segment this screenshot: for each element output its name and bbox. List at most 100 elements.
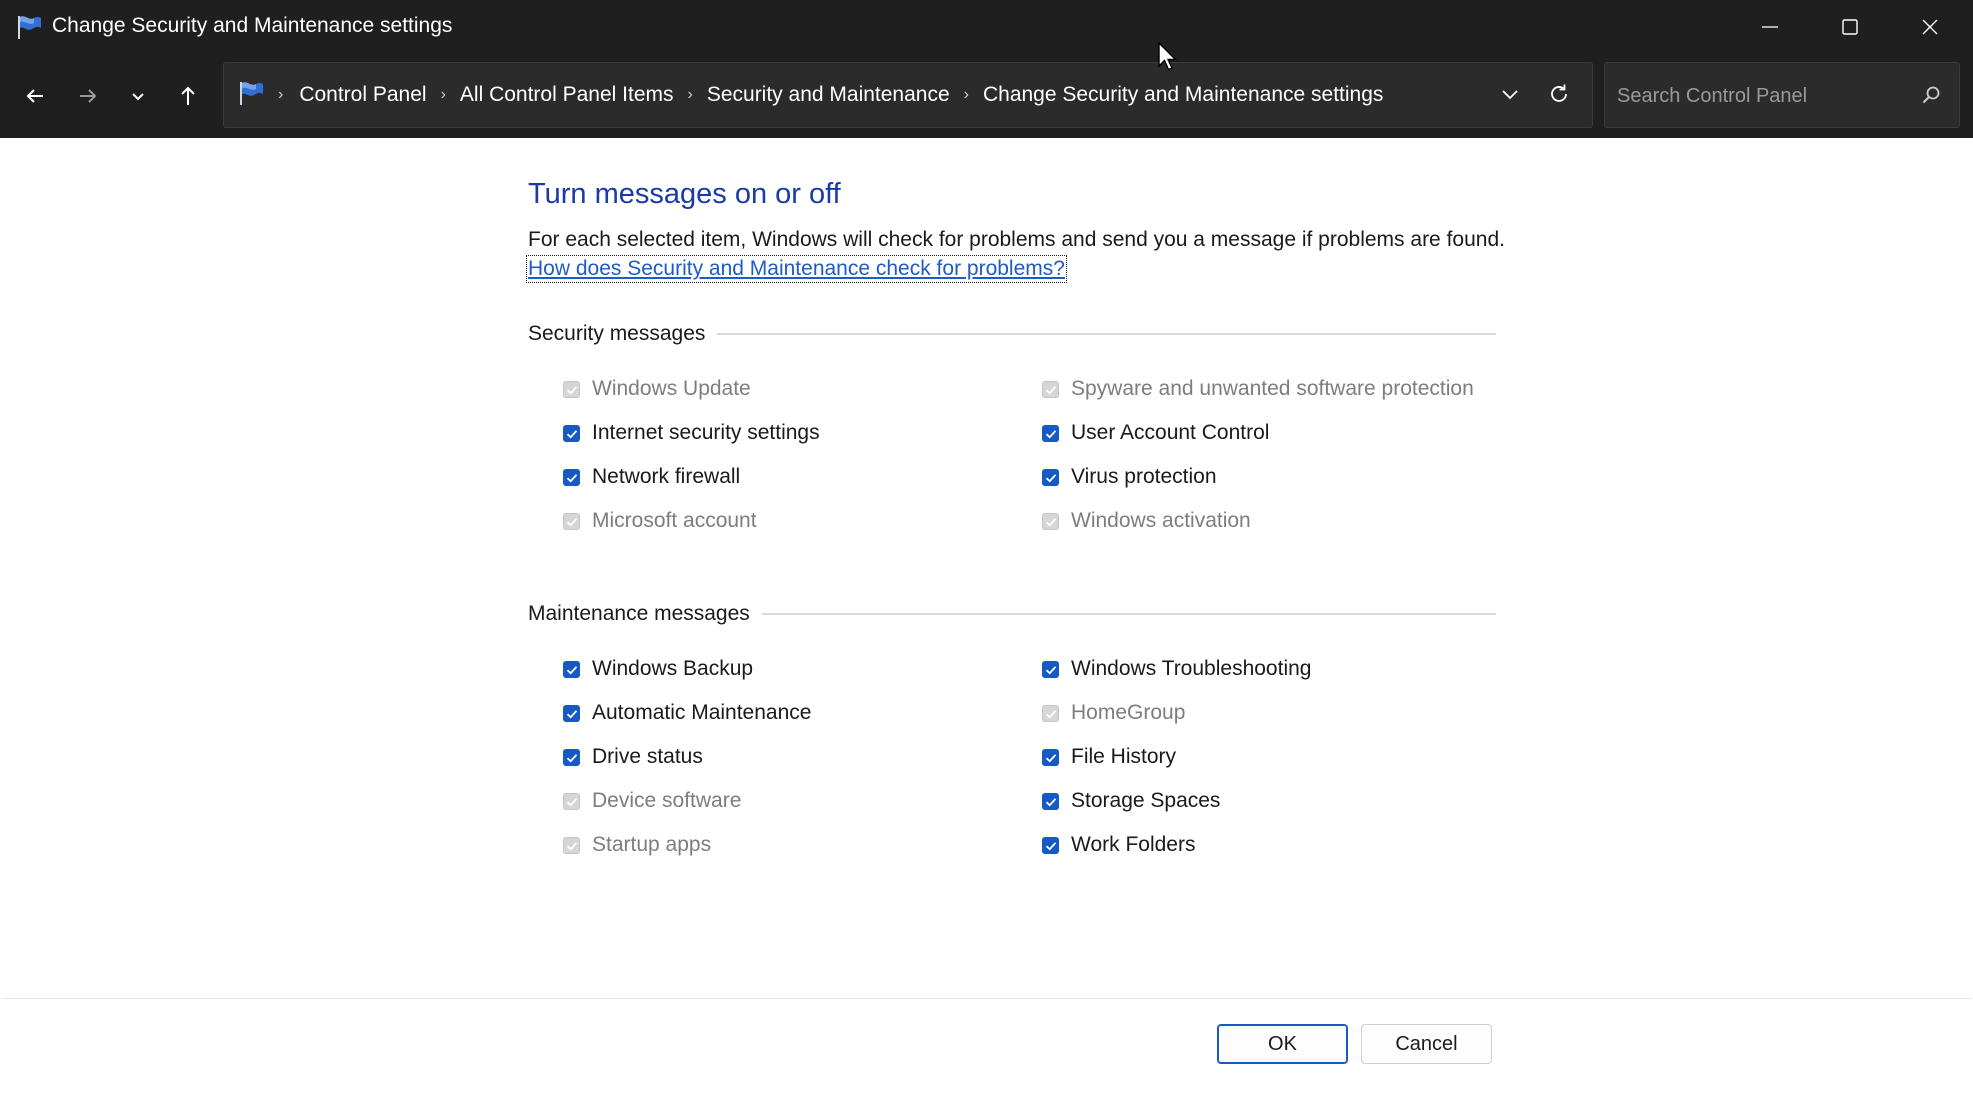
security-flag-icon bbox=[18, 16, 41, 39]
checkbox-device-software[interactable]: Device software bbox=[563, 786, 741, 816]
checkbox-network-firewall[interactable]: Network firewall bbox=[563, 462, 740, 492]
checkbox-windows-backup[interactable]: Windows Backup bbox=[563, 654, 753, 684]
checkbox-startup-apps[interactable]: Startup apps bbox=[563, 830, 711, 860]
breadcrumb-separator-icon[interactable]: › bbox=[688, 86, 693, 104]
checkbox-spyware-protection[interactable]: Spyware and unwanted software protection bbox=[1042, 374, 1474, 404]
mouse-cursor-icon bbox=[1158, 42, 1178, 71]
arrow-right-icon bbox=[80, 89, 97, 103]
checkbox-check-icon[interactable] bbox=[563, 748, 580, 766]
content-pane: Turn messages on or off For each selecte… bbox=[2, 138, 1971, 1110]
checkbox-work-folders[interactable]: Work Folders bbox=[1042, 830, 1195, 860]
checkbox-check-icon[interactable] bbox=[563, 792, 580, 810]
checkbox-drive-status[interactable]: Drive status bbox=[563, 742, 703, 772]
window-title: Change Security and Maintenance settings bbox=[52, 14, 453, 37]
checkbox-check-icon[interactable] bbox=[1042, 792, 1059, 810]
minimize-icon bbox=[1762, 26, 1778, 28]
breadcrumb-separator-icon[interactable]: › bbox=[441, 86, 446, 104]
checkbox-label: Startup apps bbox=[592, 833, 712, 856]
checkbox-windows-activation[interactable]: Windows activation bbox=[1042, 506, 1251, 536]
close-button[interactable] bbox=[1890, 0, 1970, 54]
checkbox-check-icon[interactable] bbox=[563, 380, 580, 398]
search-input[interactable] bbox=[1615, 63, 1909, 129]
minimize-button[interactable] bbox=[1730, 0, 1810, 54]
checkbox-label: Windows Backup bbox=[592, 657, 754, 680]
checkbox-check-icon[interactable] bbox=[563, 660, 580, 678]
checkbox-storage-spaces[interactable]: Storage Spaces bbox=[1042, 786, 1220, 816]
chevron-down-icon bbox=[1502, 90, 1518, 100]
settings-window: Change Security and Maintenance settings bbox=[0, 0, 1973, 1112]
help-link[interactable]: How does Security and Maintenance check … bbox=[526, 255, 1067, 283]
checkbox-label: HomeGroup bbox=[1071, 701, 1186, 724]
footer-divider bbox=[2, 998, 1971, 999]
checkbox-label: Automatic Maintenance bbox=[592, 701, 812, 724]
checkbox-check-icon[interactable] bbox=[563, 704, 580, 722]
address-bar[interactable]: › Control Panel › All Control Panel Item… bbox=[223, 62, 1593, 128]
checkbox-check-icon[interactable] bbox=[563, 512, 580, 530]
checkbox-check-icon[interactable] bbox=[1042, 512, 1059, 530]
navigation-bar: › Control Panel › All Control Panel Item… bbox=[0, 54, 1973, 138]
checkbox-check-icon[interactable] bbox=[1042, 748, 1059, 766]
checkbox-check-icon[interactable] bbox=[1042, 836, 1059, 854]
checkbox-windows-update[interactable]: Windows Update bbox=[563, 374, 751, 404]
checkbox-check-icon[interactable] bbox=[563, 468, 580, 486]
checkbox-check-icon[interactable] bbox=[1042, 704, 1059, 722]
breadcrumb-all-items[interactable]: All Control Panel Items bbox=[460, 83, 674, 107]
checkbox-label: Windows Update bbox=[592, 377, 751, 400]
back-button[interactable] bbox=[15, 76, 55, 116]
checkbox-windows-troubleshooting[interactable]: Windows Troubleshooting bbox=[1042, 654, 1311, 684]
checkbox-automatic-maintenance[interactable]: Automatic Maintenance bbox=[563, 698, 811, 728]
close-icon bbox=[1922, 19, 1938, 35]
checkbox-label: Windows activation bbox=[1071, 509, 1251, 532]
checkbox-check-icon[interactable] bbox=[1042, 424, 1059, 442]
arrow-left-icon bbox=[26, 89, 43, 103]
search-icon[interactable] bbox=[1921, 85, 1941, 105]
cancel-button[interactable]: Cancel bbox=[1361, 1024, 1492, 1064]
refresh-button[interactable] bbox=[1539, 74, 1579, 114]
checkbox-label: Storage Spaces bbox=[1071, 789, 1221, 812]
up-button[interactable] bbox=[168, 76, 208, 116]
checkbox-label: User Account Control bbox=[1071, 421, 1270, 444]
checkbox-check-icon[interactable] bbox=[563, 836, 580, 854]
ok-button[interactable]: OK bbox=[1217, 1024, 1348, 1064]
checkbox-file-history[interactable]: File History bbox=[1042, 742, 1176, 772]
security-messages-header: Security messages bbox=[528, 320, 1496, 348]
checkbox-label: Device software bbox=[592, 789, 742, 812]
checkbox-label: Windows Troubleshooting bbox=[1071, 657, 1312, 680]
page-description: For each selected item, Windows will che… bbox=[528, 228, 1505, 251]
checkbox-label: Spyware and unwanted software protection bbox=[1071, 377, 1474, 400]
security-messages-title: Security messages bbox=[528, 322, 706, 345]
breadcrumb-security-maintenance[interactable]: Security and Maintenance bbox=[707, 83, 950, 107]
search-box[interactable] bbox=[1604, 62, 1960, 129]
checkbox-label: Drive status bbox=[592, 745, 703, 768]
security-flag-icon bbox=[240, 82, 263, 105]
group-divider bbox=[761, 613, 1496, 615]
checkbox-label: Network firewall bbox=[592, 465, 741, 488]
breadcrumb-control-panel[interactable]: Control Panel bbox=[299, 83, 426, 107]
checkbox-virus-protection[interactable]: Virus protection bbox=[1042, 462, 1217, 492]
checkbox-label: Internet security settings bbox=[592, 421, 820, 444]
checkbox-label: Microsoft account bbox=[592, 509, 757, 532]
group-divider bbox=[717, 333, 1496, 335]
checkbox-check-icon[interactable] bbox=[1042, 468, 1059, 486]
checkbox-homegroup[interactable]: HomeGroup bbox=[1042, 698, 1185, 728]
maintenance-messages-header: Maintenance messages bbox=[528, 600, 1496, 628]
recent-locations-button[interactable] bbox=[118, 76, 158, 116]
checkbox-label: File History bbox=[1071, 745, 1177, 768]
checkbox-microsoft-account[interactable]: Microsoft account bbox=[563, 506, 757, 536]
checkbox-user-account-control[interactable]: User Account Control bbox=[1042, 418, 1269, 448]
checkbox-internet-security-settings[interactable]: Internet security settings bbox=[563, 418, 820, 448]
chevron-down-icon bbox=[132, 93, 144, 101]
breadcrumb: › Control Panel › All Control Panel Item… bbox=[278, 63, 1383, 127]
checkbox-check-icon[interactable] bbox=[563, 424, 580, 442]
forward-button[interactable] bbox=[68, 76, 108, 116]
breadcrumb-current-page[interactable]: Change Security and Maintenance settings bbox=[983, 83, 1383, 107]
checkbox-check-icon[interactable] bbox=[1042, 660, 1059, 678]
address-history-button[interactable] bbox=[1490, 75, 1530, 115]
breadcrumb-separator-icon[interactable]: › bbox=[964, 86, 969, 104]
checkbox-check-icon[interactable] bbox=[1042, 380, 1059, 398]
maximize-button[interactable] bbox=[1810, 0, 1890, 54]
breadcrumb-separator-icon[interactable]: › bbox=[278, 86, 283, 104]
page-title: Turn messages on or off bbox=[528, 178, 841, 210]
checkbox-label: Work Folders bbox=[1071, 833, 1196, 856]
arrow-up-icon bbox=[181, 86, 195, 105]
